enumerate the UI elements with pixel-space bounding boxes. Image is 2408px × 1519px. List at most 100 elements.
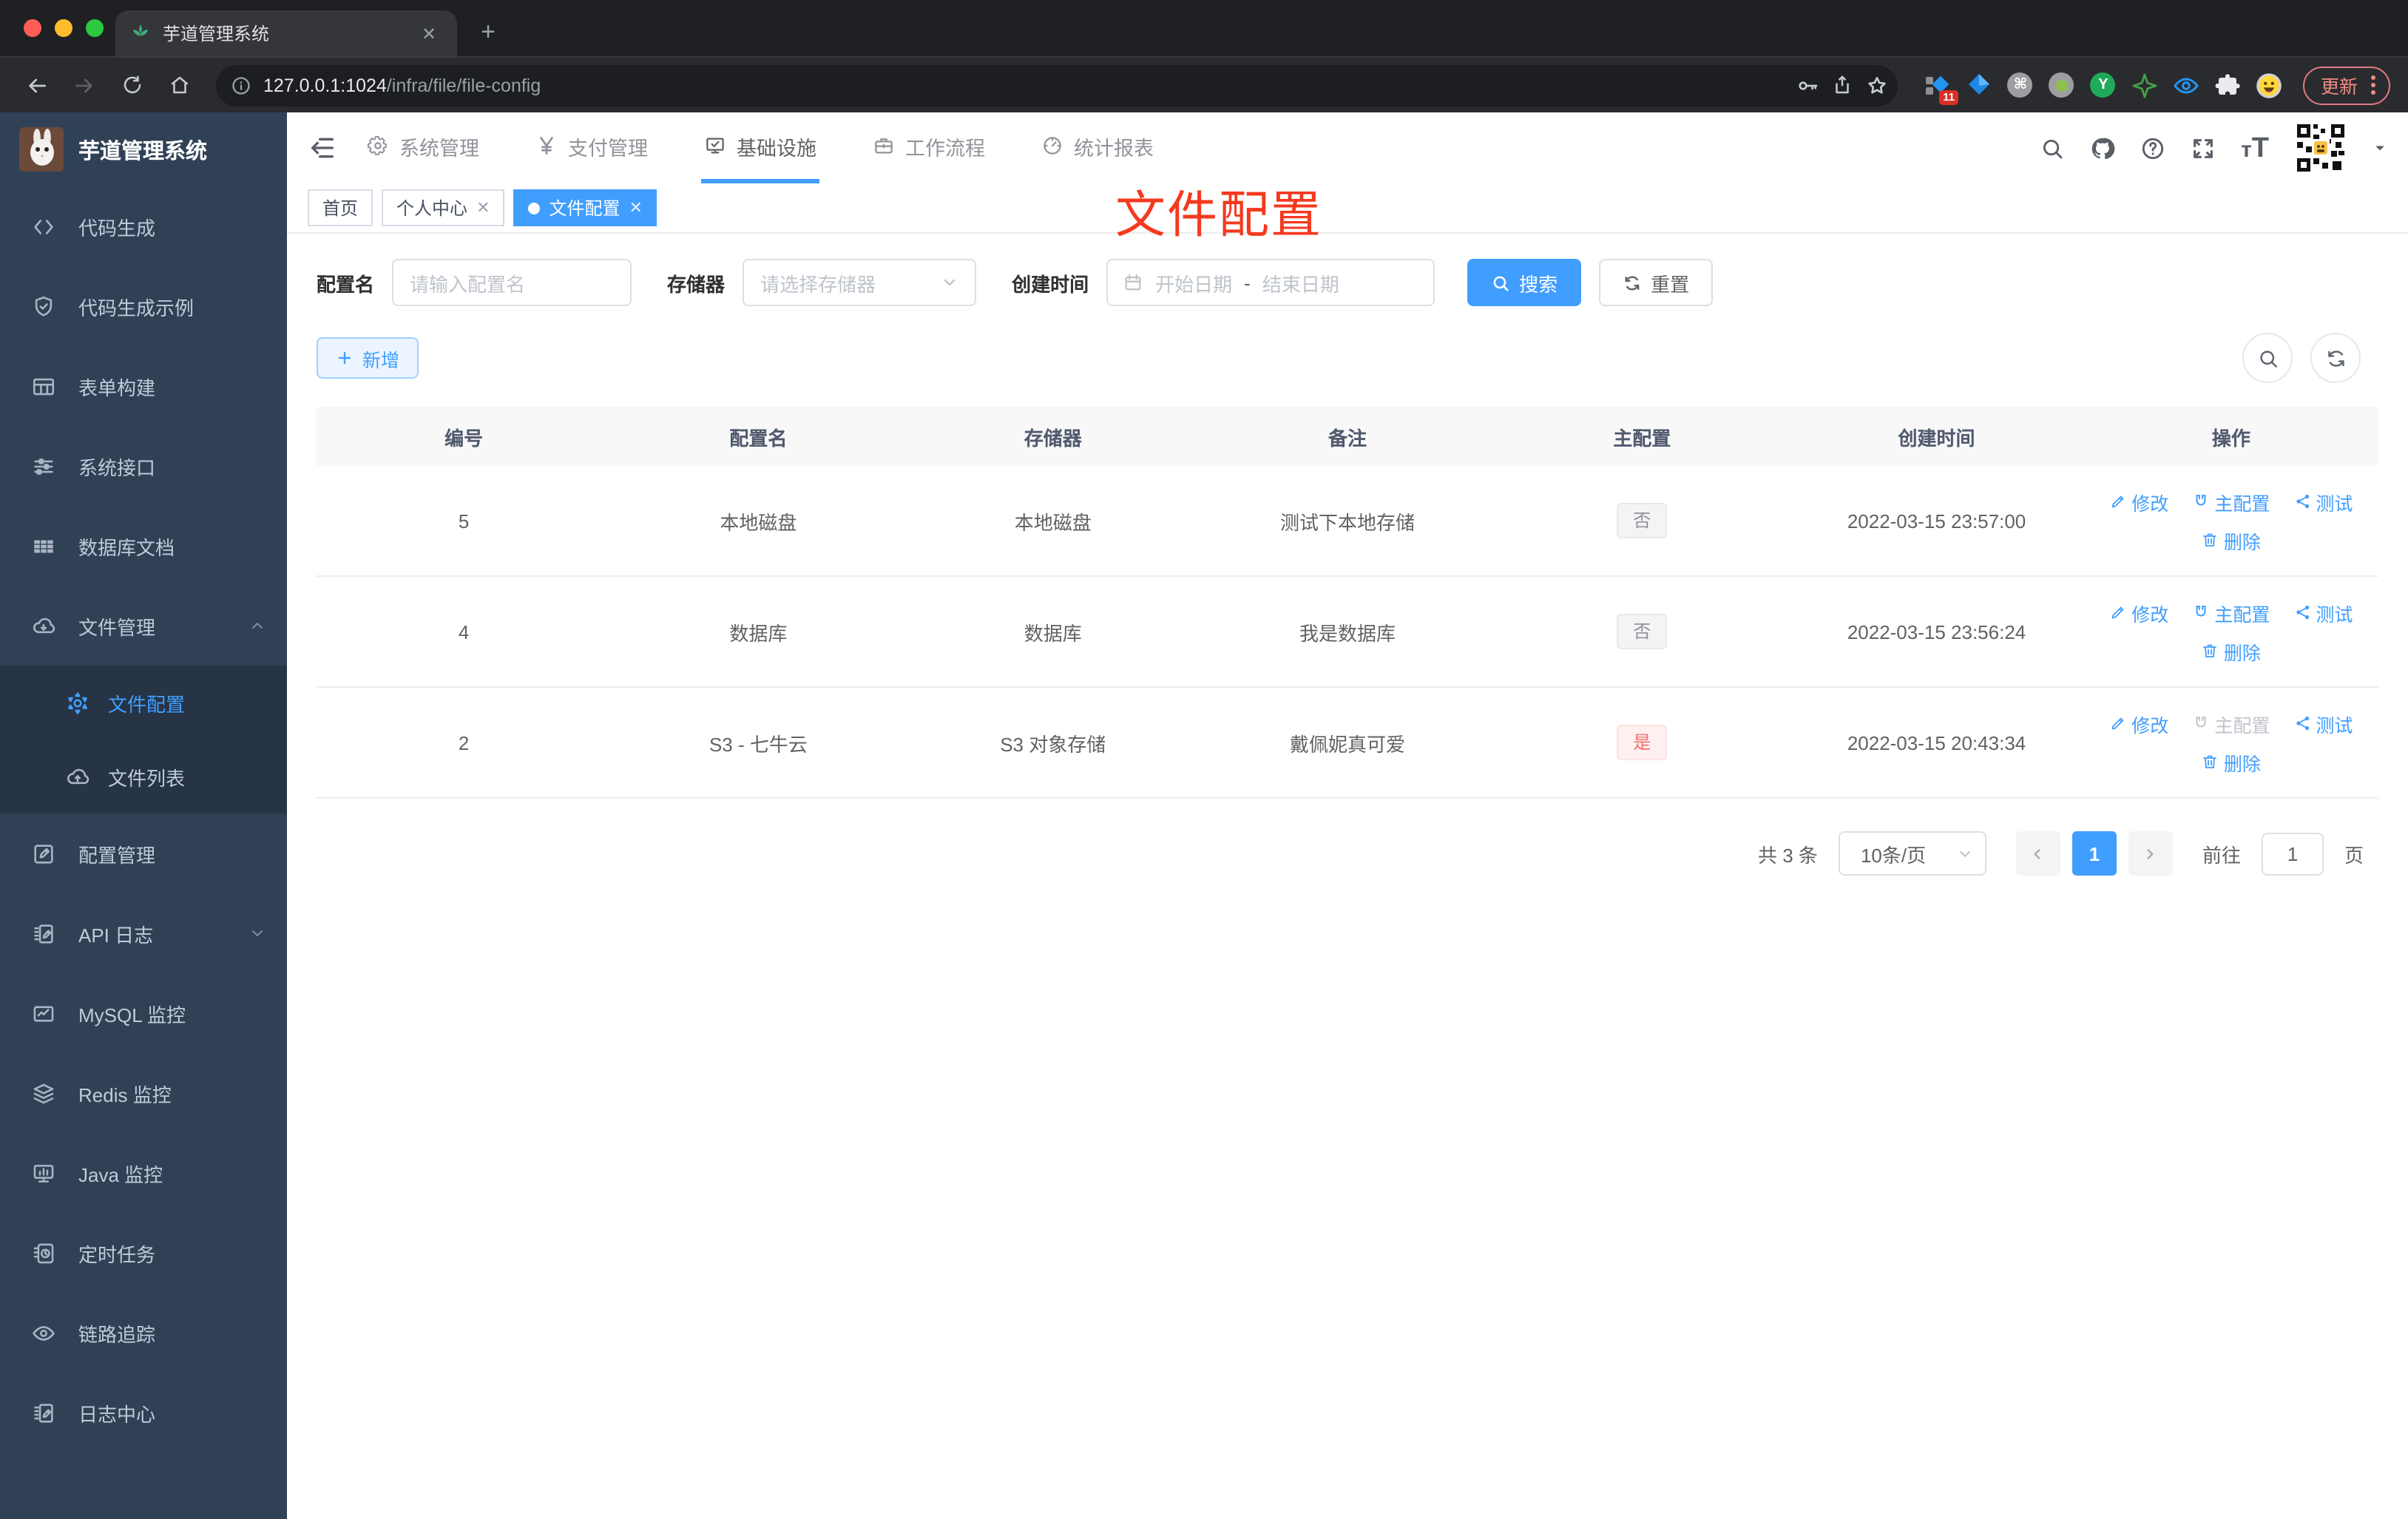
top-menu-report[interactable]: 统计报表 <box>1038 112 1157 183</box>
add-button[interactable]: 新增 <box>317 337 419 379</box>
table-row: 4 数据库 数据库 我是数据库 否 2022-03-15 23:56:24 修改 主配置 测试删… <box>317 577 2378 688</box>
sidebar-item-code-demo[interactable]: 代码生成示例 <box>0 266 287 346</box>
top-menu-workflow[interactable]: 工作流程 <box>870 112 988 183</box>
row-master-cell: 否 <box>1495 614 1789 649</box>
edit-action[interactable]: 修改 <box>2109 487 2168 515</box>
refresh-table-button[interactable] <box>2310 333 2361 383</box>
refresh-icon <box>1623 273 1642 292</box>
sidebar-item-system-api[interactable]: 系统接口 <box>0 426 287 506</box>
row-actions-line1: 修改 主配置 测试 <box>2109 709 2353 737</box>
date-range-picker[interactable]: 开始日期 - 结束日期 <box>1106 259 1435 306</box>
close-tag-icon[interactable]: ✕ <box>629 198 643 217</box>
emoji-avatar-icon[interactable] <box>2256 72 2282 98</box>
browser-menu-icon[interactable] <box>2371 75 2375 95</box>
delete-action[interactable]: 删除 <box>2202 526 2261 554</box>
sidebar-item-redis-monitor[interactable]: Redis 监控 <box>0 1053 287 1133</box>
reload-icon[interactable] <box>112 66 151 104</box>
master-config-action[interactable]: 主配置 <box>2192 487 2270 515</box>
top-menu-system[interactable]: 系统管理 <box>364 112 482 183</box>
site-info-icon[interactable] <box>231 75 251 95</box>
delete-action[interactable]: 删除 <box>2202 637 2261 665</box>
close-window-button[interactable] <box>24 19 41 37</box>
sidebar-item-db-doc[interactable]: 数据库文档 <box>0 506 287 586</box>
test-action[interactable]: 测试 <box>2293 709 2353 737</box>
share-icon[interactable] <box>1831 74 1853 96</box>
sidebar-item-mysql-monitor[interactable]: MySQL 监控 <box>0 973 287 1053</box>
bookmark-star-icon[interactable] <box>1865 73 1889 97</box>
back-icon[interactable] <box>18 66 56 104</box>
prev-page-button[interactable] <box>2015 831 2060 876</box>
home-icon[interactable] <box>160 66 198 104</box>
sidebar-item-api-log[interactable]: API 日志 <box>0 893 287 973</box>
green-star-icon[interactable] <box>2131 72 2158 98</box>
action-label: 修改 <box>2131 493 2169 514</box>
row-actions: 修改 主配置 测试 删除 <box>2084 694 2378 791</box>
tag-file-config[interactable]: 文件配置 ✕ <box>513 189 657 226</box>
reset-button[interactable]: 重置 <box>1599 259 1714 306</box>
top-menu-infra[interactable]: 基础设施 <box>701 112 819 183</box>
password-key-icon[interactable] <box>1796 73 1819 97</box>
page-size-select[interactable]: 10条/页 <box>1838 831 1986 876</box>
reset-button-label: 重置 <box>1651 273 1690 295</box>
edit-action[interactable]: 修改 <box>2109 709 2168 737</box>
sidebar-item-file-config[interactable]: 文件配置 <box>0 666 287 740</box>
window-controls[interactable] <box>24 19 104 37</box>
sidebar-item-file-manage[interactable]: 文件管理 <box>0 586 287 666</box>
browser-tab[interactable]: 芋道管理系统 ✕ <box>115 10 457 56</box>
sidebar-item-java-monitor[interactable]: Java 监控 <box>0 1133 287 1213</box>
row-actions-line2: 删除 <box>2202 526 2261 554</box>
page-number-1[interactable]: 1 <box>2072 831 2117 876</box>
sidebar-item-form-builder[interactable]: 表单构建 <box>0 346 287 426</box>
table-toolbar: 新增 <box>317 333 2378 383</box>
minimize-window-button[interactable] <box>55 19 72 37</box>
y-circle-icon[interactable]: Y <box>2090 72 2117 98</box>
dot-circle-icon[interactable] <box>2049 72 2075 98</box>
sidebar-item-config-manage[interactable]: 配置管理 <box>0 813 287 893</box>
calendar-icon <box>1123 272 1143 293</box>
goto-page-input[interactable] <box>2261 832 2324 875</box>
fullscreen-icon[interactable] <box>2191 135 2216 160</box>
show-search-toggle-button[interactable] <box>2242 333 2293 383</box>
filter-form: 配置名 请输入配置名 存储器 请选择存储器 创建时间 开始日期 - 结束日期 搜… <box>317 259 2378 306</box>
github-icon[interactable] <box>2090 135 2115 160</box>
forward-icon[interactable] <box>65 66 104 104</box>
browser-update-button[interactable]: 更新 <box>2302 66 2390 104</box>
top-menu-payment[interactable]: 支付管理 <box>532 112 651 183</box>
action-label: 测试 <box>2316 604 2353 625</box>
font-size-icon[interactable]: тT <box>2241 134 2269 162</box>
avatar-dropdown-caret-icon[interactable] <box>2373 141 2387 155</box>
search-icon[interactable] <box>2040 135 2065 160</box>
share3-icon <box>2293 714 2311 732</box>
test-action[interactable]: 测试 <box>2293 487 2353 515</box>
storage-filter-select[interactable]: 请选择存储器 <box>743 259 977 306</box>
close-tag-icon[interactable]: ✕ <box>476 198 490 217</box>
close-tab-icon[interactable]: ✕ <box>416 20 442 47</box>
gear-icon <box>65 690 90 715</box>
sidebar-item-trace[interactable]: 链路追踪 <box>0 1293 287 1373</box>
next-page-button[interactable] <box>2128 831 2173 876</box>
sidebar-item-cron-job[interactable]: 定时任务 <box>0 1213 287 1293</box>
master-config-action[interactable]: 主配置 <box>2192 598 2270 626</box>
blue-eye-icon[interactable] <box>2173 72 2199 98</box>
tampermonkey-icon[interactable]: 11 <box>1924 72 1958 104</box>
address-bar[interactable]: 127.0.0.1:1024/infra/file/file-config <box>216 64 1898 106</box>
sidebar-item-file-list[interactable]: 文件列表 <box>0 740 287 813</box>
edit-action[interactable]: 修改 <box>2109 598 2168 626</box>
user-avatar-qr[interactable] <box>2294 121 2347 175</box>
delete-action[interactable]: 删除 <box>2202 748 2261 776</box>
sidebar-fold-icon[interactable] <box>308 133 337 163</box>
help-icon[interactable] <box>2140 135 2165 160</box>
app-logo-row[interactable]: 芋道管理系统 <box>0 112 287 186</box>
extensions-puzzle-icon[interactable] <box>2214 72 2241 98</box>
kite-icon[interactable] <box>1966 72 1992 98</box>
tag-profile[interactable]: 个人中心 ✕ <box>382 189 505 226</box>
maximize-window-button[interactable] <box>86 19 104 37</box>
test-action[interactable]: 测试 <box>2293 598 2353 626</box>
new-tab-button[interactable]: + <box>469 13 507 52</box>
sidebar-item-code-gen[interactable]: 代码生成 <box>0 186 287 266</box>
search-button[interactable]: 搜索 <box>1467 259 1582 306</box>
sidebar-item-log-center[interactable]: 日志中心 <box>0 1373 287 1452</box>
tag-home[interactable]: 首页 <box>308 189 373 226</box>
cmd-circle-icon[interactable]: ⌘ <box>2007 72 2034 98</box>
name-filter-input[interactable]: 请输入配置名 <box>392 259 632 306</box>
